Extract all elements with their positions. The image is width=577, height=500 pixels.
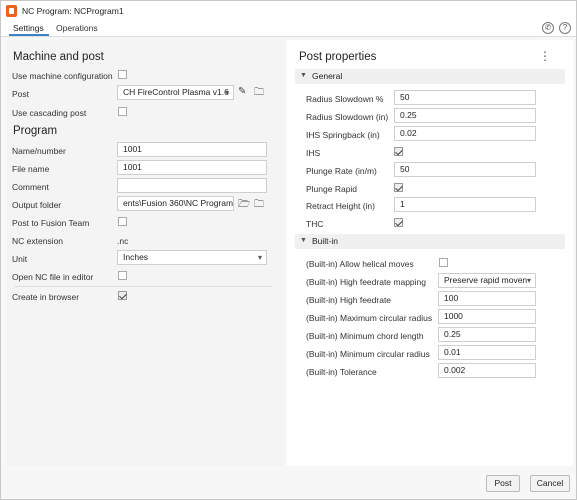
machine-and-post-heading: Machine and post (13, 51, 104, 63)
ihs-springback-input[interactable]: 0.02 (394, 126, 536, 141)
dialog-footer: Post Cancel (1, 466, 576, 499)
tab-settings[interactable]: Settings (13, 23, 44, 33)
cancel-button[interactable]: Cancel (530, 475, 570, 492)
file-name-label: File name (12, 164, 50, 174)
nc-program-dialog: NC Program: NCProgram1 Settings Operatio… (0, 0, 577, 500)
plunge-rate-input[interactable]: 50 (394, 162, 536, 177)
high-feedrate-mapping-value: Preserve rapid moven (444, 275, 528, 285)
collapse-triangle-icon: ▼ (300, 72, 307, 79)
post-select-value: CH FireControl Plasma v1.6 (123, 87, 229, 97)
min-chord-length-label: (Built-in) Minimum chord length (306, 331, 424, 341)
use-cascading-post-label: Use cascading post (12, 108, 87, 118)
post-select[interactable]: CH FireControl Plasma v1.6 (117, 85, 234, 100)
phone-icon[interactable]: ✆ (542, 22, 554, 34)
retract-height-label: Retract Height (in) (306, 201, 375, 211)
builtin-group-header[interactable]: ▼ Built-in (295, 234, 565, 249)
output-folder-input[interactable]: ents\Fusion 360\NC Programs (117, 196, 234, 211)
post-label: Post (12, 89, 30, 99)
open-nc-file-checkbox[interactable] (118, 271, 127, 280)
section-divider (14, 286, 272, 287)
general-group-header[interactable]: ▼ General (295, 69, 565, 84)
fusion-app-icon (6, 4, 17, 17)
tolerance-input[interactable]: 0.002 (438, 363, 536, 378)
use-machine-configuration-label: Use machine configuration (12, 71, 113, 81)
folder-settings-icon[interactable]: 🗁 (238, 197, 250, 214)
post-properties-heading: Post properties (299, 51, 377, 63)
collapse-triangle-icon: ▼ (300, 237, 307, 244)
create-in-browser-checkbox[interactable] (118, 291, 127, 300)
post-to-fusion-team-label: Post to Fusion Team (12, 218, 90, 228)
radius-slowdown-pct-input[interactable]: 50 (394, 90, 536, 105)
high-feedrate-label: (Built-in) High feedrate (306, 295, 392, 305)
radius-slowdown-in-label: Radius Slowdown (in) (306, 112, 389, 122)
active-tab-indicator (9, 34, 49, 36)
retract-height-input[interactable]: 1 (394, 197, 536, 212)
plunge-rate-label: Plunge Rate (in/m) (306, 166, 377, 176)
open-nc-file-label: Open NC file in editor (12, 272, 94, 282)
name-number-input[interactable]: 1001 (117, 142, 267, 157)
radius-slowdown-in-input[interactable]: 0.25 (394, 108, 536, 123)
create-in-browser-label: Create in browser (12, 292, 80, 302)
output-folder-label: Output folder (12, 200, 62, 210)
ihs-springback-label: IHS Springback (in) (306, 130, 380, 140)
unit-label: Unit (12, 254, 28, 264)
min-chord-length-input[interactable]: 0.25 (438, 327, 536, 342)
post-to-fusion-team-checkbox[interactable] (118, 217, 127, 226)
thc-label: THC (306, 219, 324, 229)
high-feedrate-input[interactable]: 100 (438, 291, 536, 306)
settings-panel: Machine and post Use machine configurati… (6, 40, 284, 466)
more-options-icon[interactable]: ⋮ (539, 49, 551, 63)
max-circular-radius-input[interactable]: 1000 (438, 309, 536, 324)
min-circular-radius-label: (Built-in) Minimum circular radius (306, 349, 430, 359)
file-name-input[interactable]: 1001 (117, 160, 267, 175)
plunge-rapid-checkbox[interactable] (394, 183, 403, 192)
radius-slowdown-pct-label: Radius Slowdown % (306, 94, 384, 104)
unit-select[interactable]: Inches (117, 250, 267, 265)
use-cascading-post-checkbox[interactable] (118, 107, 127, 116)
edit-pencil-icon[interactable]: ✎ (238, 86, 246, 97)
tolerance-label: (Built-in) Tolerance (306, 367, 377, 377)
unit-select-value: Inches (123, 252, 149, 262)
window-title: NC Program: NCProgram1 (22, 5, 124, 16)
plunge-rapid-label: Plunge Rapid (306, 184, 358, 194)
browse-folder-icon[interactable]: 🗀 (254, 197, 264, 214)
nc-extension-value: .nc (117, 236, 129, 246)
folder-icon[interactable]: 🗀 (254, 85, 264, 102)
nc-extension-label: NC extension (12, 236, 64, 246)
top-right-icons: ✆ ? (542, 22, 571, 34)
comment-input[interactable] (117, 178, 267, 193)
title-bar: NC Program: NCProgram1 (1, 1, 576, 20)
max-circular-radius-label: (Built-in) Maximum circular radius (306, 313, 433, 323)
program-heading: Program (13, 125, 58, 137)
help-icon[interactable]: ? (559, 22, 571, 34)
general-group-label: General (312, 71, 343, 81)
high-feedrate-mapping-label: (Built-in) High feedrate mapping (306, 277, 427, 287)
ihs-checkbox[interactable] (394, 147, 403, 156)
allow-helical-label: (Built-in) Allow helical moves (306, 259, 414, 269)
builtin-group-label: Built-in (312, 236, 338, 246)
name-number-label: Name/number (12, 146, 66, 156)
tab-bar: Settings Operations (1, 20, 576, 37)
comment-label: Comment (12, 182, 49, 192)
high-feedrate-mapping-select[interactable]: Preserve rapid moven (438, 273, 536, 288)
post-properties-panel: Post properties ⋮ ▼ General Radius Slowd… (287, 40, 573, 466)
use-machine-configuration-checkbox[interactable] (118, 70, 127, 79)
post-button[interactable]: Post (486, 475, 520, 492)
thc-checkbox[interactable] (394, 218, 403, 227)
ihs-label: IHS (306, 148, 321, 158)
tab-operations[interactable]: Operations (56, 23, 98, 33)
min-circular-radius-input[interactable]: 0.01 (438, 345, 536, 360)
allow-helical-checkbox[interactable] (439, 258, 448, 267)
